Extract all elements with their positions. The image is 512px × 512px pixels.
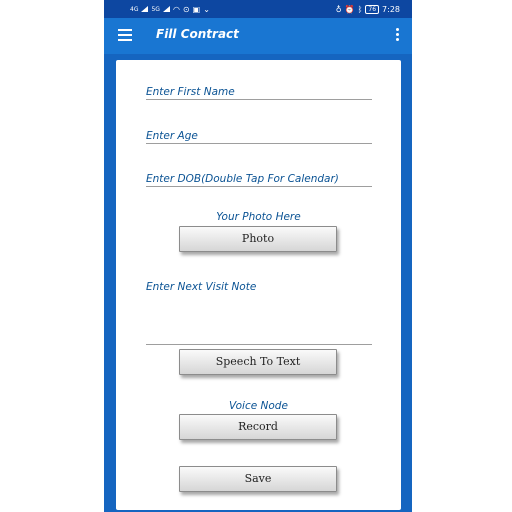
voice-section-label: Voice Node (229, 400, 288, 412)
network-type-label: 4G (130, 5, 139, 13)
form-card: Enter First Name Enter Age Enter DOB(Dou… (116, 60, 401, 510)
page-title: Fill Contract (156, 27, 239, 41)
image-icon: ▣ (192, 4, 201, 14)
visit-note-field[interactable]: Enter Next Visit Note (146, 281, 372, 345)
vibrate-icon: ♁ (335, 4, 342, 14)
notification-icon: ⊙ (182, 4, 190, 14)
signal-icon-2 (162, 6, 170, 12)
hamburger-menu-icon[interactable] (118, 29, 132, 41)
battery-icon: 76 (365, 4, 380, 14)
app-bar: Fill Contract (104, 18, 412, 54)
status-right: ♁ ⏰ ᛒ 76 7:28 (335, 4, 400, 14)
clock-time: 7:28 (382, 4, 400, 14)
save-button[interactable]: Save (179, 466, 337, 492)
photo-section-label: Your Photo Here (216, 211, 301, 223)
network-type-label-2: 5G (151, 5, 160, 13)
chevron-icon: ⌄ (203, 4, 210, 14)
alarm-icon: ⏰ (344, 4, 355, 14)
wifi-icon: ◠ (172, 4, 180, 14)
bluetooth-icon: ᛒ (357, 4, 363, 14)
status-bar: 4G 5G ◠ ⊙ ▣ ⌄ ♁ ⏰ ᛒ 76 7:28 (104, 0, 412, 18)
photo-button[interactable]: Photo (179, 226, 337, 252)
first-name-field[interactable]: Enter First Name (146, 86, 372, 100)
phone-screen: 4G 5G ◠ ⊙ ▣ ⌄ ♁ ⏰ ᛒ 76 7:28 Fill Contrac… (104, 0, 412, 512)
speech-to-text-button[interactable]: Speech To Text (179, 349, 337, 375)
age-field[interactable]: Enter Age (146, 130, 372, 144)
overflow-menu-icon[interactable] (396, 28, 400, 42)
dob-field[interactable]: Enter DOB(Double Tap For Calendar) (146, 173, 372, 187)
status-left: 4G 5G ◠ ⊙ ▣ ⌄ (130, 5, 210, 14)
signal-icon (141, 6, 149, 12)
record-button[interactable]: Record (179, 414, 337, 440)
